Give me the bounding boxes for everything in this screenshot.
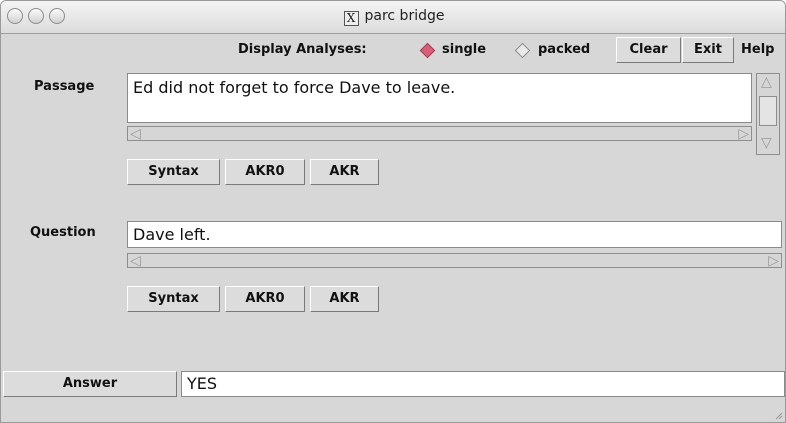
arrow-down-icon[interactable]: ▽ bbox=[761, 136, 772, 150]
arrow-right-icon[interactable]: ▷ bbox=[738, 127, 749, 141]
question-akr-button[interactable]: AKR bbox=[310, 286, 379, 312]
x11-icon: X bbox=[343, 11, 359, 26]
question-label: Question bbox=[30, 225, 96, 240]
question-syntax-button[interactable]: Syntax bbox=[127, 286, 220, 312]
passage-syntax-button[interactable]: Syntax bbox=[127, 159, 220, 185]
passage-akr-button[interactable]: AKR bbox=[310, 159, 379, 185]
clear-button[interactable]: Clear bbox=[616, 37, 681, 63]
display-analyses-label: Display Analyses: bbox=[238, 42, 367, 57]
packed-radio[interactable] bbox=[514, 42, 531, 59]
question-horizontal-scrollbar[interactable]: ◁ ▷ bbox=[127, 253, 782, 268]
app-window: Xparc bridge Display Analyses: single pa… bbox=[0, 0, 786, 423]
title-bar: Xparc bridge bbox=[1, 1, 785, 34]
single-radio-label[interactable]: single bbox=[442, 42, 486, 57]
question-input[interactable]: Dave left. bbox=[127, 221, 782, 248]
passage-vscroll-thumb[interactable] bbox=[759, 96, 777, 126]
packed-radio-label[interactable]: packed bbox=[538, 42, 590, 57]
question-akr0-button[interactable]: AKR0 bbox=[225, 286, 305, 312]
passage-label: Passage bbox=[34, 79, 95, 94]
passage-input[interactable]: Ed did not forget to force Dave to leave… bbox=[127, 73, 752, 123]
arrow-up-icon[interactable]: △ bbox=[761, 75, 772, 89]
answer-button[interactable]: Answer bbox=[3, 371, 177, 397]
passage-akr0-button[interactable]: AKR0 bbox=[225, 159, 305, 185]
passage-vertical-scrollbar[interactable]: △ ▽ bbox=[756, 73, 780, 155]
answer-field: YES bbox=[181, 371, 785, 397]
window-title-area: Xparc bridge bbox=[1, 8, 785, 26]
single-radio[interactable] bbox=[419, 42, 436, 59]
help-button[interactable]: Help bbox=[741, 42, 774, 57]
arrow-left-icon[interactable]: ◁ bbox=[130, 127, 141, 141]
resize-grip-icon[interactable] bbox=[773, 410, 783, 420]
passage-horizontal-scrollbar[interactable]: ◁ ▷ bbox=[127, 126, 752, 141]
arrow-left-icon[interactable]: ◁ bbox=[130, 254, 141, 268]
exit-button[interactable]: Exit bbox=[682, 37, 734, 63]
arrow-right-icon[interactable]: ▷ bbox=[768, 254, 779, 268]
window-title: parc bridge bbox=[364, 8, 445, 24]
